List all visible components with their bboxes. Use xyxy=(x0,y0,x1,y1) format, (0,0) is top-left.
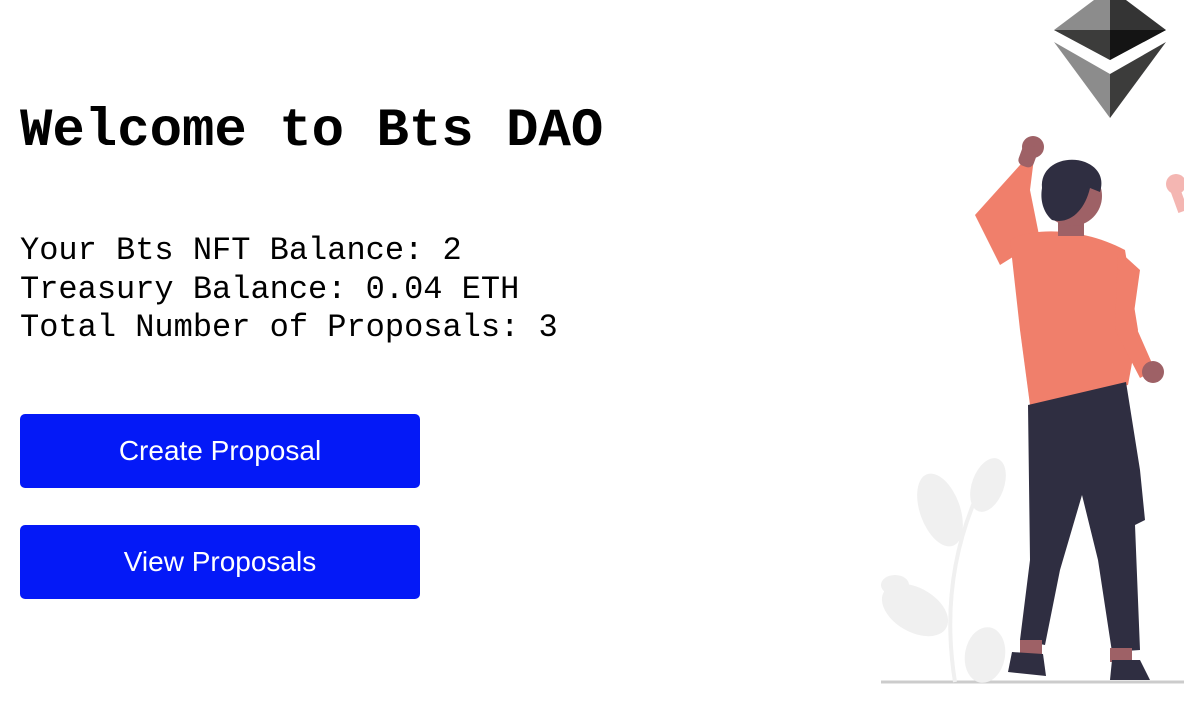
partial-hand xyxy=(1166,174,1184,213)
treasury-balance-text: Treasury Balance: 0.04 ETH xyxy=(20,270,520,308)
hero-illustration xyxy=(881,0,1184,684)
total-proposals-text: Total Number of Proposals: 3 xyxy=(20,309,558,346)
create-proposal-button[interactable]: Create Proposal xyxy=(20,414,420,488)
page-title: Welcome to Bts DAO xyxy=(20,101,604,162)
nft-balance-text: Your Bts NFT Balance: 2 xyxy=(20,232,462,269)
ethereum-logo-icon xyxy=(1054,0,1166,118)
view-proposals-button[interactable]: View Proposals xyxy=(20,525,420,599)
stats-panel: Your Bts NFT Balance: 2 Treasury Balance… xyxy=(20,232,558,348)
page: Welcome to Bts DAO Your Bts NFT Balance:… xyxy=(0,0,1184,710)
person-illustration xyxy=(975,136,1164,680)
plant-illustration xyxy=(881,458,1006,683)
